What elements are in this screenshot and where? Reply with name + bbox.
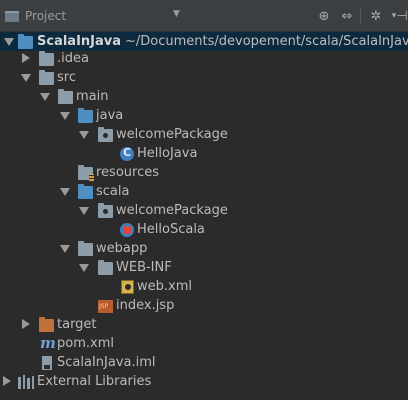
tree-row-welcome-package-scala[interactable]: welcomePackage — [0, 201, 408, 220]
tree-item-label: resources — [96, 165, 160, 180]
tree-item-label: pom.xml — [57, 336, 114, 351]
collapse-arrow-icon[interactable] — [22, 53, 30, 63]
folder-icon — [78, 241, 93, 256]
tree-row-hello-java[interactable]: HelloJava — [0, 144, 408, 163]
tree-item-label: index.jsp — [116, 298, 175, 313]
folder-icon — [39, 70, 54, 85]
tree-row-web-xml[interactable]: web.xml — [0, 277, 408, 296]
library-icon — [18, 375, 34, 389]
toolbar-divider — [360, 8, 361, 24]
tree-item-label: HelloJava — [137, 146, 198, 161]
tree-item-label: .idea — [57, 51, 89, 66]
tree-item-label: welcomePackage — [116, 127, 228, 142]
project-view-selector[interactable]: Project — [5, 6, 66, 26]
project-view-title: Project — [25, 9, 67, 23]
jsp-file-icon — [98, 300, 113, 313]
module-folder-icon — [18, 34, 33, 49]
project-toolbar: Project ▼ ⊕ ⇔ ✲ ▾ ⊣ — [0, 0, 408, 32]
tree-row-scala[interactable]: scala — [0, 182, 408, 201]
scala-object-icon — [120, 223, 134, 237]
tree-item-label: WEB-INF — [116, 260, 172, 275]
tree-row-external-libraries[interactable]: External Libraries — [0, 372, 408, 391]
source-folder-icon — [78, 108, 93, 123]
excluded-folder-icon — [39, 317, 54, 332]
tree-row-iml[interactable]: ScalaInJava.iml — [0, 353, 408, 372]
tree-item-label: main — [76, 89, 109, 104]
expand-arrow-icon[interactable] — [4, 38, 14, 46]
package-icon — [98, 127, 113, 142]
tree-item-label: java — [96, 108, 124, 123]
tree-item-label: target — [57, 317, 97, 332]
expand-arrow-icon[interactable] — [60, 112, 70, 120]
expand-arrow-icon[interactable] — [79, 131, 89, 139]
tree-item-label: HelloScala — [137, 222, 205, 237]
tree-item-label: External Libraries — [37, 374, 152, 389]
java-class-icon — [120, 146, 134, 161]
tree-row-java[interactable]: java — [0, 106, 408, 125]
expand-arrow-icon[interactable] — [79, 207, 89, 215]
resources-folder-icon — [78, 165, 94, 181]
tree-row-target[interactable]: target — [0, 315, 408, 334]
tree-row-index-jsp[interactable]: index.jsp — [0, 296, 408, 315]
tree-row-src[interactable]: src — [0, 68, 408, 87]
tree-item-label: welcomePackage — [116, 203, 228, 218]
tree-row-web-inf[interactable]: WEB-INF — [0, 258, 408, 277]
expand-arrow-icon[interactable] — [21, 74, 31, 82]
tree-item-label: ScalaInJava.iml — [57, 355, 156, 370]
collapse-all-icon[interactable]: ⇔ — [337, 6, 357, 26]
source-folder-icon — [78, 184, 93, 199]
expand-arrow-icon[interactable] — [60, 245, 70, 253]
project-icon — [5, 10, 19, 22]
tree-row-webapp[interactable]: webapp — [0, 239, 408, 258]
package-icon — [98, 203, 113, 218]
tree-item-label: scala — [96, 184, 130, 199]
target-icon[interactable]: ⊕ — [314, 6, 334, 26]
expand-arrow-icon[interactable] — [40, 93, 50, 101]
xml-file-icon — [121, 280, 134, 294]
tree-item-label: webapp — [96, 241, 148, 256]
folder-icon — [39, 51, 54, 66]
folder-icon — [98, 260, 113, 275]
collapse-arrow-icon[interactable] — [3, 376, 11, 386]
tree-row-hello-scala[interactable]: HelloScala — [0, 220, 408, 239]
hide-icon[interactable]: ⊣ — [392, 6, 408, 26]
tree-row-idea[interactable]: .idea — [0, 49, 408, 68]
expand-arrow-icon[interactable] — [79, 264, 89, 272]
folder-icon — [58, 89, 73, 104]
tree-item-label: src — [57, 70, 76, 85]
gear-icon[interactable]: ✲ — [366, 6, 386, 26]
tree-row-welcome-package-java[interactable]: welcomePackage — [0, 125, 408, 144]
tree-row-main[interactable]: main — [0, 87, 408, 106]
tree-item-label: web.xml — [137, 279, 192, 294]
collapse-arrow-icon[interactable] — [22, 319, 30, 329]
tree-row-pom-xml[interactable]: m pom.xml — [0, 334, 408, 353]
tree-row-resources[interactable]: resources — [0, 163, 408, 182]
chevron-down-icon[interactable]: ▼ — [173, 9, 180, 19]
iml-file-icon — [42, 356, 52, 370]
expand-arrow-icon[interactable] — [60, 188, 70, 196]
maven-icon: m — [40, 334, 56, 352]
